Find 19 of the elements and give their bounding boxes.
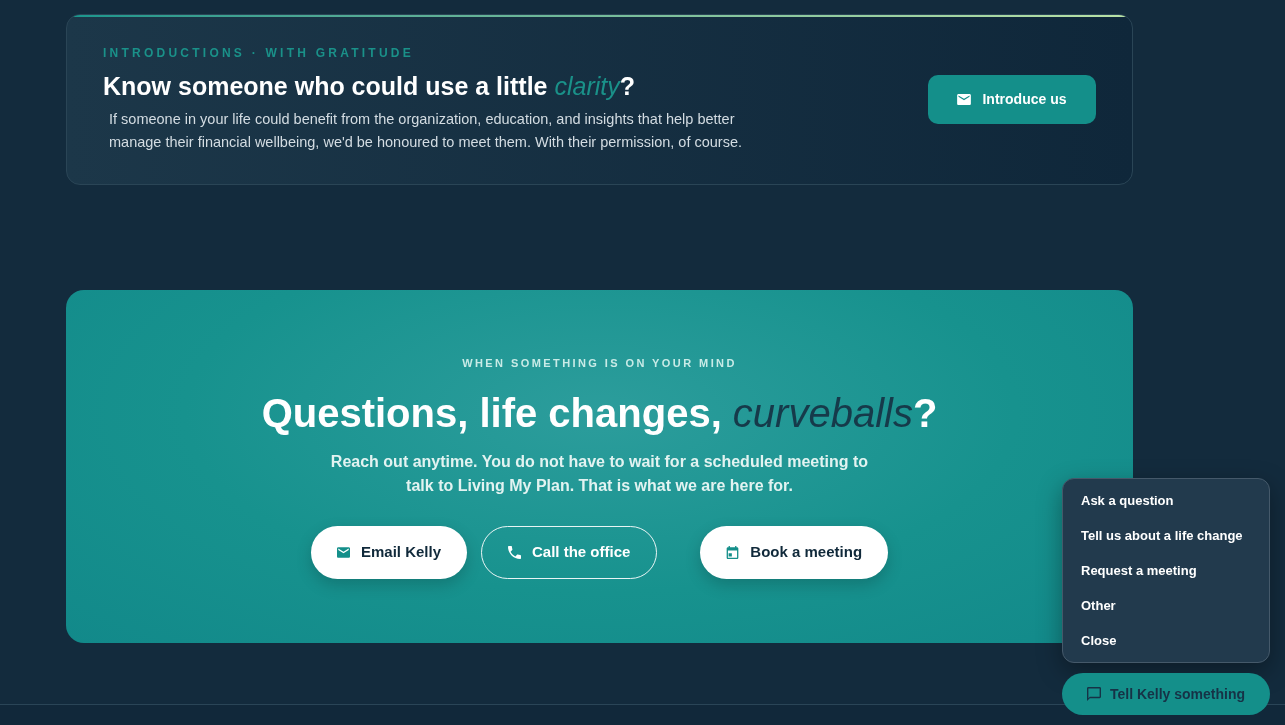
contact-paragraph: Reach out anytime. You do not have to wait for a scheduled meeting to talk to Living My Plan. That is what we are here for.: [329, 452, 870, 496]
calendar-icon: [726, 546, 740, 559]
phone-icon: [508, 546, 521, 559]
menu-item[interactable]: Close: [1063, 623, 1269, 658]
mail-icon: [957, 94, 972, 105]
eyebrow-label: WHEN SOMETHING IS ON YOUR MIND: [462, 356, 737, 370]
mail-icon: [336, 546, 350, 559]
eyebrow-label: INTRODUCTIONS · WITH GRATITUDE: [103, 46, 414, 60]
section-heading: Questions, life changes, curveballs?: [261, 390, 938, 437]
menu-item[interactable]: Tell us about a life change: [1063, 518, 1269, 553]
menu-item[interactable]: Other: [1063, 588, 1269, 623]
contact-button[interactable]: Email Kelly: [310, 526, 467, 579]
section-heading: Know someone who could use a little clarity?: [103, 71, 636, 101]
menu-item[interactable]: Request a meeting: [1063, 553, 1269, 588]
intro-paragraph: If someone in your life could benefit from the organization, education, and insights that help better manage their financial wellbeing, we'd be honoured to meet them. With their permission, of course.: [109, 110, 744, 152]
contact-button[interactable]: Book a meeting: [700, 526, 889, 579]
menu-item[interactable]: Ask a question: [1063, 483, 1269, 518]
chat-bubble-icon: [1086, 687, 1101, 701]
introduce-button[interactable]: Introduce us: [928, 75, 1096, 124]
